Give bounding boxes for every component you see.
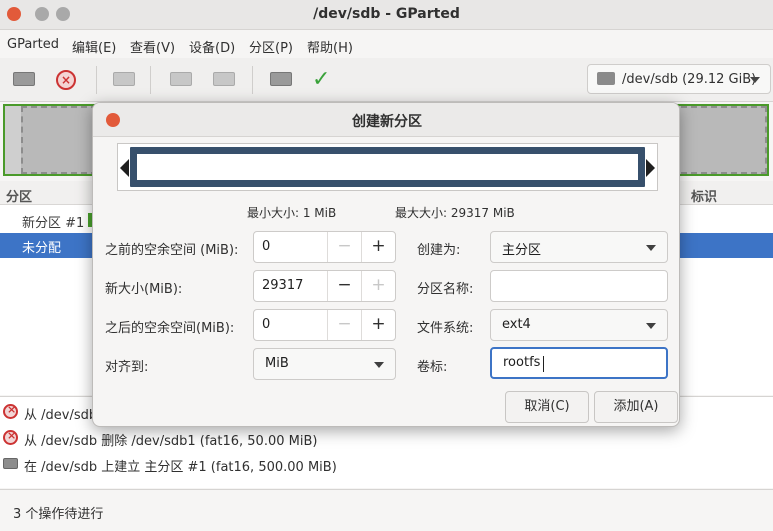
new-size-label: 新大小(MiB): — [105, 282, 183, 297]
resize-left-handle-icon[interactable] — [120, 159, 129, 177]
filesystem-value: ext4 — [502, 317, 531, 332]
new-size-value[interactable]: 29317 — [262, 278, 303, 293]
delete-partition-icon[interactable]: × — [56, 70, 76, 90]
delete-operation-icon — [3, 403, 18, 419]
free-before-value[interactable]: 0 — [262, 239, 270, 254]
resize-partition-icon[interactable] — [113, 72, 135, 86]
delete-operation-icon — [3, 429, 18, 445]
chevron-down-icon — [646, 245, 656, 251]
create-as-value: 主分区 — [502, 243, 542, 258]
partition-name: 新分区 #1 — [22, 216, 85, 231]
align-to-value: MiB — [265, 356, 289, 371]
menu-edit[interactable]: 编辑(E) — [72, 37, 116, 56]
new-partition-icon[interactable] — [13, 72, 35, 86]
dialog-title: 创建新分区 — [352, 114, 422, 130]
apply-checkmark-icon[interactable]: ✓ — [312, 69, 334, 91]
operation-text: 从 /dev/sdb — [24, 408, 98, 423]
copy-partition-icon[interactable] — [170, 72, 192, 86]
filesystem-dropdown[interactable]: ext4 — [490, 309, 668, 341]
undo-operation-icon[interactable] — [270, 72, 292, 86]
partition-name-label: 分区名称: — [417, 282, 474, 297]
new-size-spinner[interactable]: 29317 − + — [253, 270, 396, 302]
decrement-button[interactable]: − — [327, 310, 361, 340]
text-caret — [543, 356, 544, 372]
cancel-button[interactable]: 取消(C) — [505, 391, 589, 423]
volume-label-field[interactable]: rootfs — [490, 347, 668, 379]
add-button[interactable]: 添加(A) — [594, 391, 678, 423]
max-size-text: 最大大小: 29317 MiB — [395, 206, 515, 220]
decrement-button[interactable]: − — [327, 271, 361, 301]
chevron-down-icon — [374, 362, 384, 368]
increment-button[interactable]: + — [361, 232, 395, 262]
free-after-value[interactable]: 0 — [262, 317, 270, 332]
partition-name-field[interactable] — [490, 270, 668, 302]
chevron-down-icon — [646, 323, 656, 329]
toolbar-separator — [150, 66, 151, 94]
menu-help[interactable]: 帮助(H) — [307, 37, 353, 56]
column-header-partition[interactable]: 分区 — [6, 186, 32, 205]
partition-resizer[interactable] — [117, 143, 658, 191]
partition-name: 未分配 — [22, 241, 62, 256]
create-as-label: 创建为: — [417, 243, 461, 258]
statusbar: 3 个操作待进行 — [0, 489, 773, 531]
resize-right-handle-icon[interactable] — [646, 159, 655, 177]
drive-icon — [597, 72, 615, 85]
create-partition-dialog: 创建新分区 最小大小: 1 MiB 最大大小: 29317 MiB 之前的空余空… — [92, 102, 680, 427]
increment-button[interactable]: + — [361, 271, 395, 301]
free-after-label: 之后的空余空间(MiB): — [105, 321, 235, 336]
window-titlebar: /dev/sdb - GParted — [0, 0, 773, 30]
volume-label-value[interactable]: rootfs — [503, 355, 540, 370]
status-text: 3 个操作待进行 — [13, 507, 104, 522]
menu-device[interactable]: 设备(D) — [189, 37, 235, 56]
toolbar-separator — [252, 66, 253, 94]
dialog-titlebar: 创建新分区 — [93, 103, 679, 137]
min-size-text: 最小大小: 1 MiB — [247, 206, 337, 220]
free-before-spinner[interactable]: 0 − + — [253, 231, 396, 263]
free-before-label: 之前的空余空间 (MiB): — [105, 243, 239, 258]
chevron-down-icon — [750, 77, 760, 83]
window-title: /dev/sdb - GParted — [313, 6, 460, 22]
menubar: GParted 编辑(E) 查看(V) 设备(D) 分区(P) 帮助(H) — [0, 30, 773, 58]
menu-gparted[interactable]: GParted — [7, 37, 59, 52]
volume-label-label: 卷标: — [417, 360, 448, 375]
operation-text: 从 /dev/sdb 删除 /dev/sdb1 (fat16, 50.00 Mi… — [24, 434, 318, 449]
free-after-spinner[interactable]: 0 − + — [253, 309, 396, 341]
filesystem-label: 文件系统: — [417, 321, 474, 336]
operation-text: 在 /dev/sdb 上建立 主分区 #1 (fat16, 500.00 MiB… — [24, 460, 337, 475]
increment-button[interactable]: + — [361, 310, 395, 340]
create-partition-icon — [3, 458, 18, 469]
menu-partition[interactable]: 分区(P) — [249, 37, 293, 56]
partition-size-bar-fill — [137, 154, 638, 180]
column-header-label[interactable]: 标识 — [691, 186, 717, 205]
partition-size-bar[interactable] — [130, 147, 645, 187]
decrement-button[interactable]: − — [327, 232, 361, 262]
device-selector-label: /dev/sdb (29.12 GiB) — [622, 72, 757, 87]
toolbar-separator — [96, 66, 97, 94]
device-selector[interactable]: /dev/sdb (29.12 GiB) — [587, 64, 771, 94]
menu-view[interactable]: 查看(V) — [130, 37, 175, 56]
paste-partition-icon[interactable] — [213, 72, 235, 86]
create-as-dropdown[interactable]: 主分区 — [490, 231, 668, 263]
align-to-dropdown[interactable]: MiB — [253, 348, 396, 380]
align-to-label: 对齐到: — [105, 360, 149, 375]
